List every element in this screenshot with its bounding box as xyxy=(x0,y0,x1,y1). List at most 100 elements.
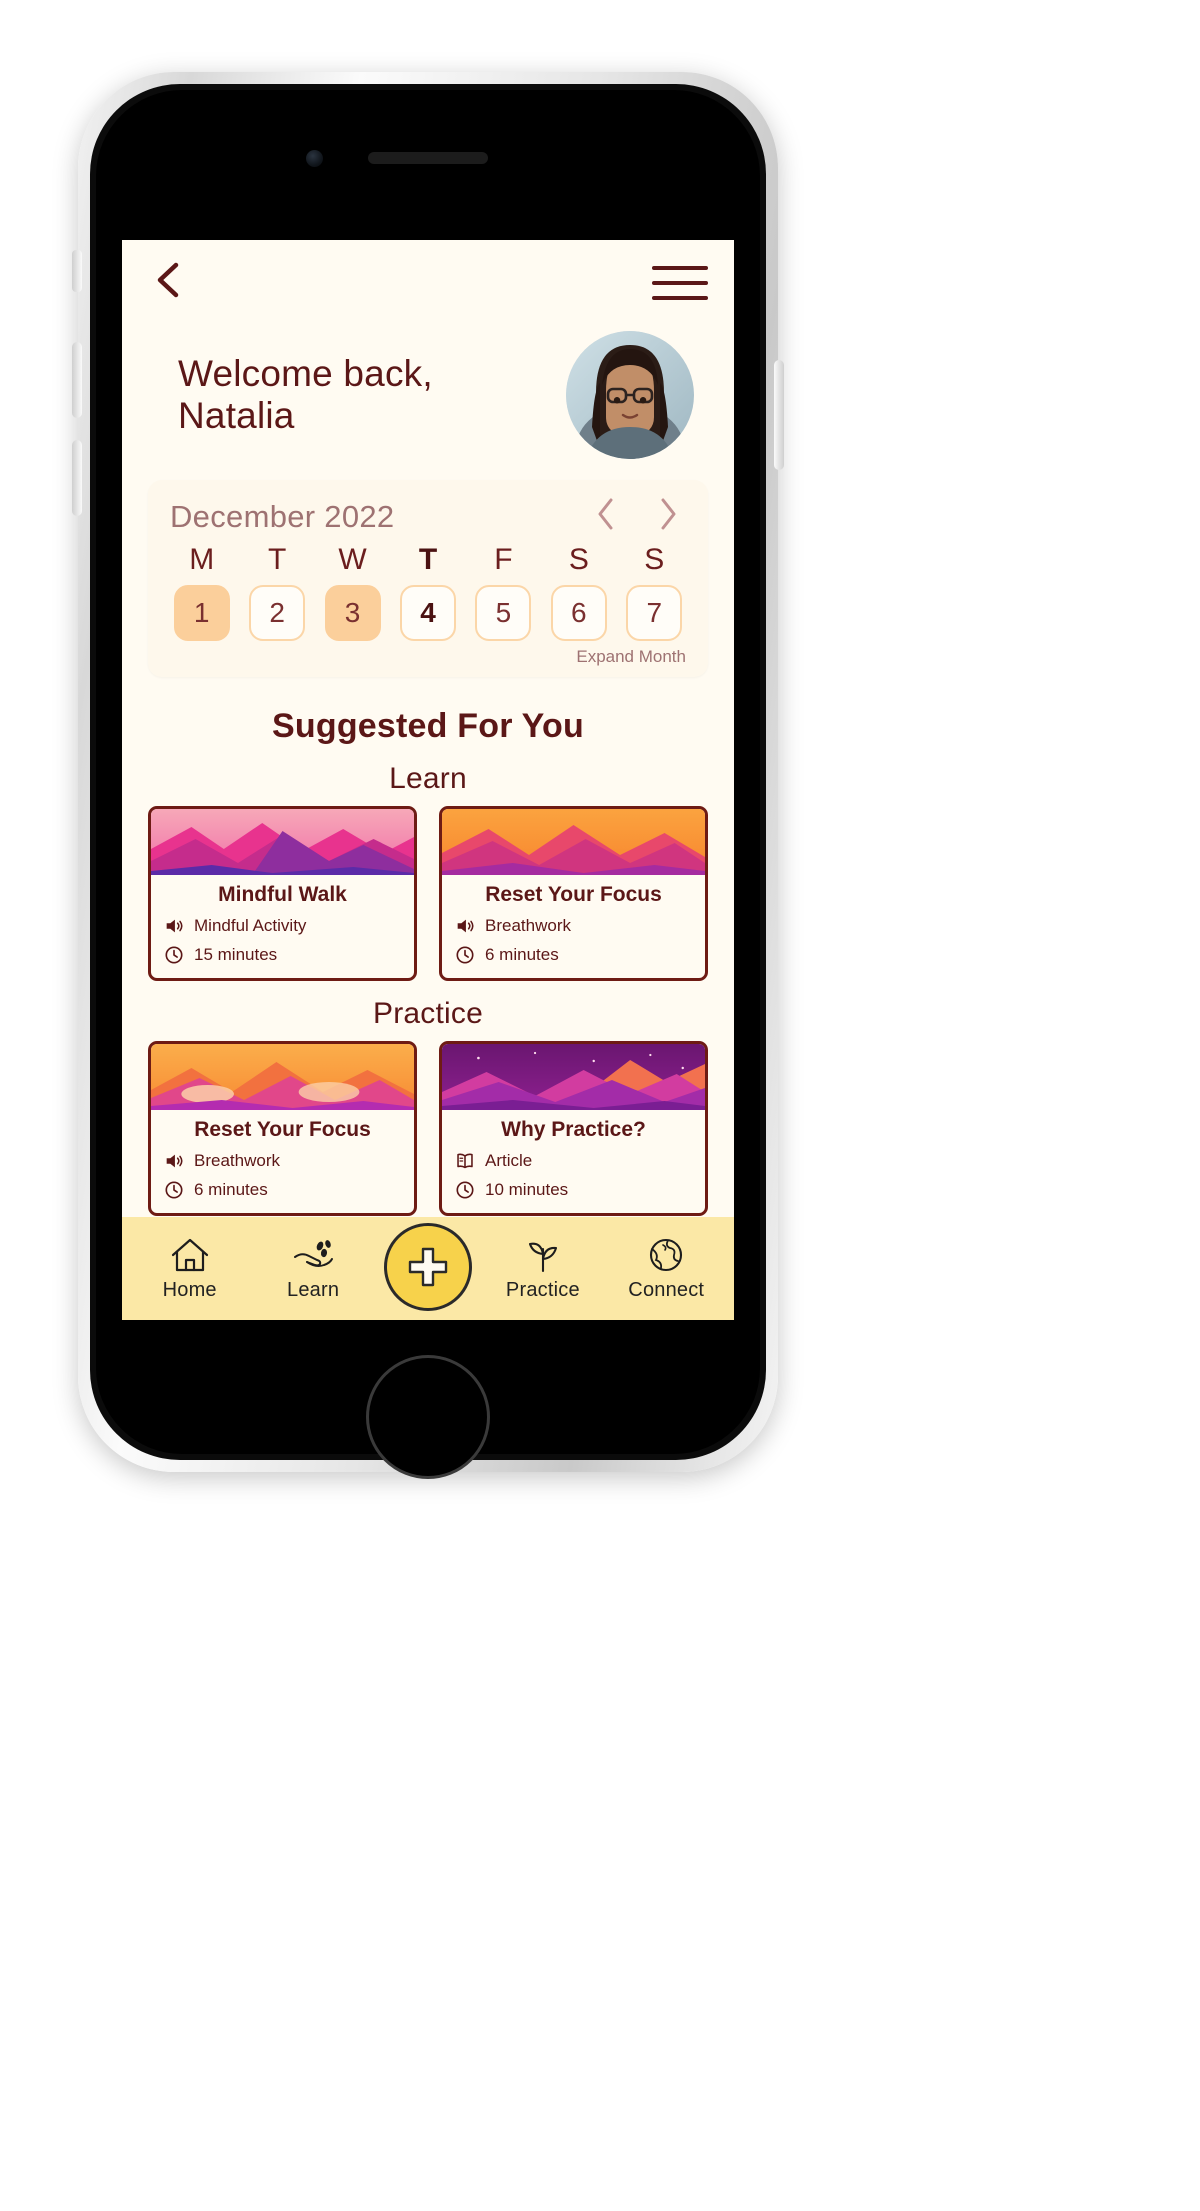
card-title: Mindful Walk xyxy=(218,883,347,906)
calendar-month-label: December 2022 xyxy=(170,498,395,534)
earpiece-speaker xyxy=(368,152,488,164)
calendar-day-today[interactable]: 4 xyxy=(399,585,456,641)
card-duration-label: 15 minutes xyxy=(194,945,278,964)
card-body: Mindful Walk Mindful Activity 15 minutes xyxy=(151,875,414,978)
calendar-dow: S xyxy=(644,543,665,576)
speaker-icon xyxy=(166,1154,183,1168)
section-label-learn: Learn xyxy=(389,762,467,795)
hamburger-line xyxy=(652,266,708,270)
card-artwork-purple-mountains xyxy=(442,1044,705,1110)
power-button xyxy=(774,360,784,470)
calendar-dow: M xyxy=(189,543,215,576)
card-type-row: Breathwork xyxy=(454,915,693,937)
card-type-row: Mindful Activity xyxy=(163,915,402,937)
calendar-dow-row: M T W T F S S xyxy=(162,539,694,585)
clock-icon xyxy=(165,946,183,964)
hand-sprout-icon xyxy=(294,1240,334,1267)
practice-card-row: Reset Your Focus Breathwork 6 minutes Wh… xyxy=(122,1031,734,1216)
home-icon xyxy=(171,1238,208,1272)
nav-item-home[interactable]: Home xyxy=(137,1235,242,1302)
calendar-next-icon[interactable] xyxy=(656,496,680,537)
hamburger-menu-icon[interactable] xyxy=(652,266,708,300)
greeting-line-2: Natalia xyxy=(178,395,295,436)
hamburger-line xyxy=(652,296,708,300)
home-button[interactable] xyxy=(366,1355,490,1479)
calendar-prev-icon[interactable] xyxy=(594,496,618,537)
card-duration-row: 6 minutes xyxy=(454,944,693,966)
calendar-dow: W xyxy=(338,543,367,576)
card-body: Why Practice? Article 10 minutes xyxy=(442,1110,705,1213)
plus-icon xyxy=(408,1247,448,1286)
hamburger-line xyxy=(652,281,708,285)
calendar-dow: F xyxy=(494,543,513,576)
card-type-row: Breathwork xyxy=(163,1150,402,1172)
page-title: Welcome back, Natalia xyxy=(178,353,433,437)
nav-label: Home xyxy=(162,1279,217,1301)
nav-item-connect[interactable]: Connect xyxy=(614,1235,719,1302)
card-title: Why Practice? xyxy=(501,1118,646,1141)
suggested-heading: Suggested For You xyxy=(272,707,584,745)
card-duration-row: 6 minutes xyxy=(163,1179,402,1201)
screenshot-canvas: Welcome back, Natalia December 2022 M T … xyxy=(0,0,1200,2211)
avatar[interactable] xyxy=(566,331,694,459)
calendar-day-cell: 6 xyxy=(541,585,616,645)
calendar-nav xyxy=(594,496,686,537)
volume-up-button xyxy=(72,342,82,418)
calendar-dow: S xyxy=(568,543,589,576)
section-label-practice: Practice xyxy=(373,997,483,1030)
calendar-day-cell: 5 xyxy=(466,585,541,645)
app-screen: Welcome back, Natalia December 2022 M T … xyxy=(122,240,734,1320)
welcome-row: Welcome back, Natalia xyxy=(122,312,734,472)
card-body: Reset Your Focus Breathwork 6 minutes xyxy=(151,1110,414,1213)
speaker-icon xyxy=(457,919,474,933)
calendar-day-cell: 2 xyxy=(239,585,314,645)
calendar-day[interactable]: 5 xyxy=(475,585,532,641)
card-type-row: Article xyxy=(454,1150,693,1172)
front-camera xyxy=(306,150,323,167)
card-body: Reset Your Focus Breathwork 6 minutes xyxy=(442,875,705,978)
calendar-day-cell: 7 xyxy=(617,585,692,645)
calendar-widget: December 2022 M T W T F S S 1 2 3 4 5 6 … xyxy=(148,480,708,677)
nav-label: Connect xyxy=(628,1279,705,1301)
nav-item-practice[interactable]: Practice xyxy=(490,1235,595,1302)
content-card[interactable]: Reset Your Focus Breathwork 6 minutes xyxy=(439,806,708,981)
card-title: Reset Your Focus xyxy=(485,883,662,906)
clock-icon xyxy=(165,1181,183,1199)
calendar-day[interactable]: 3 xyxy=(324,585,381,641)
calendar-day-cell: 4 xyxy=(390,585,465,645)
calendar-dow: T xyxy=(267,543,287,576)
content-card[interactable]: Reset Your Focus Breathwork 6 minutes xyxy=(148,1041,417,1216)
nav-item-learn[interactable]: Learn xyxy=(261,1235,366,1302)
calendar-dow-today: T xyxy=(418,543,438,576)
add-button[interactable] xyxy=(383,1222,472,1311)
calendar-header: December 2022 xyxy=(162,496,694,539)
card-duration-label: 10 minutes xyxy=(485,1180,569,1199)
card-duration-label: 6 minutes xyxy=(194,1180,268,1199)
bottom-navigation-bar: Home Learn Practice Connect xyxy=(122,1217,734,1320)
globe-icon xyxy=(650,1238,683,1272)
card-artwork-orange-mountains xyxy=(442,809,705,875)
learn-card-row: Mindful Walk Mindful Activity 15 minutes… xyxy=(122,796,734,981)
calendar-day[interactable]: 2 xyxy=(249,585,306,641)
card-type-label: Breathwork xyxy=(485,916,571,935)
card-duration-row: 15 minutes xyxy=(163,944,402,966)
top-bar xyxy=(122,240,734,312)
chevron-left-icon[interactable] xyxy=(150,260,184,300)
card-duration-row: 10 minutes xyxy=(454,1179,693,1201)
calendar-day[interactable]: 1 xyxy=(173,585,230,641)
calendar-day[interactable]: 6 xyxy=(550,585,607,641)
mute-switch xyxy=(72,250,82,292)
content-card[interactable]: Mindful Walk Mindful Activity 15 minutes xyxy=(148,806,417,981)
card-title: Reset Your Focus xyxy=(194,1118,371,1141)
calendar-day[interactable]: 7 xyxy=(626,585,683,641)
expand-month-link[interactable]: Expand Month xyxy=(162,645,694,669)
nav-label: Practice xyxy=(505,1279,580,1301)
card-type-label: Breathwork xyxy=(194,1151,280,1170)
clock-icon xyxy=(456,946,474,964)
calendar-day-cell: 3 xyxy=(315,585,390,645)
calendar-day-cell: 1 xyxy=(164,585,239,645)
volume-down-button xyxy=(72,440,82,516)
content-card[interactable]: Why Practice? Article 10 minutes xyxy=(439,1041,708,1216)
calendar-days-row: 1 2 3 4 5 6 7 xyxy=(162,585,694,645)
plant-leaf-icon xyxy=(528,1242,557,1273)
